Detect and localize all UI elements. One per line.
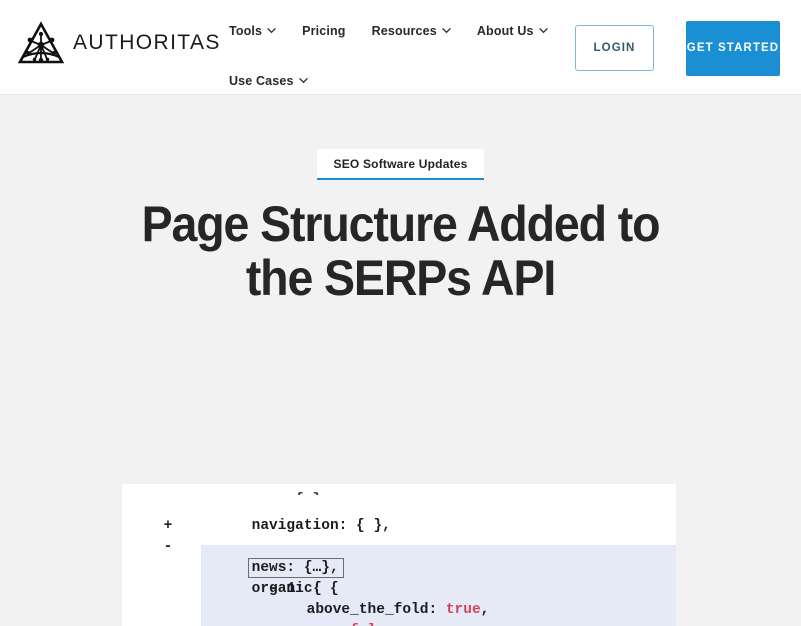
collapse-toggle-icon[interactable]: -	[161, 537, 175, 558]
hero-section: SEO Software Updates Page Structure Adde…	[0, 95, 801, 626]
nav-item-label: Resources	[371, 24, 437, 38]
page-title-line1: Page Structure Added to	[141, 196, 661, 252]
nav-row-primary: Tools Pricing Resources About Us	[229, 18, 569, 44]
nav-row-secondary: Use Cases	[229, 68, 569, 94]
main-navigation: Tools Pricing Resources About Us Use Cas…	[229, 18, 569, 94]
code-line-news: + news: {…},	[122, 516, 676, 578]
authoritas-triangle-network-logo-icon	[17, 21, 65, 65]
page-title: Page Structure Added to the SERPs API	[28, 197, 773, 305]
logo-wordmark: AUTHORITAS	[73, 31, 221, 54]
nav-item-use-cases[interactable]: Use Cases	[229, 74, 308, 88]
code-line: - 1: {	[122, 558, 676, 597]
badge-container: SEO Software Updates	[0, 149, 801, 180]
code-line-amp: amp: false	[122, 600, 676, 626]
nav-item-label: Tools	[229, 24, 263, 38]
chevron-down-icon	[267, 26, 276, 35]
site-header: AUTHORITAS Tools Pricing Resources About…	[0, 0, 801, 95]
chevron-down-icon	[442, 26, 451, 35]
code-line: navigation: { },	[122, 495, 676, 534]
get-started-button[interactable]: GET STARTED	[686, 21, 780, 76]
code-line-above-the-fold: above_the_fold: true,	[122, 579, 676, 618]
code-line-organic: - organic: {	[122, 537, 676, 597]
expand-toggle-icon[interactable]: +	[161, 516, 175, 537]
category-badge[interactable]: SEO Software Updates	[317, 149, 484, 180]
code-screenshot-image: map: { }, navigation: { }, + news: {…}, …	[122, 484, 676, 626]
nav-item-pricing[interactable]: Pricing	[302, 24, 345, 38]
login-button[interactable]: LOGIN	[575, 25, 654, 71]
code-lines: map: { }, navigation: { }, + news: {…}, …	[122, 484, 676, 626]
code-line: map: { },	[122, 484, 676, 495]
logo[interactable]: AUTHORITAS	[17, 21, 221, 65]
page-title-line2: the SERPs API	[245, 250, 556, 306]
chevron-down-icon	[538, 26, 548, 35]
nav-item-resources[interactable]: Resources	[372, 24, 451, 38]
nav-item-tools[interactable]: Tools	[229, 24, 276, 38]
nav-item-label: About Us	[476, 24, 534, 38]
nav-item-about-us[interactable]: About Us	[477, 24, 548, 38]
nav-item-label: Use Cases	[229, 74, 294, 88]
chevron-down-icon	[298, 76, 308, 85]
nav-item-label: Pricing	[302, 24, 346, 38]
